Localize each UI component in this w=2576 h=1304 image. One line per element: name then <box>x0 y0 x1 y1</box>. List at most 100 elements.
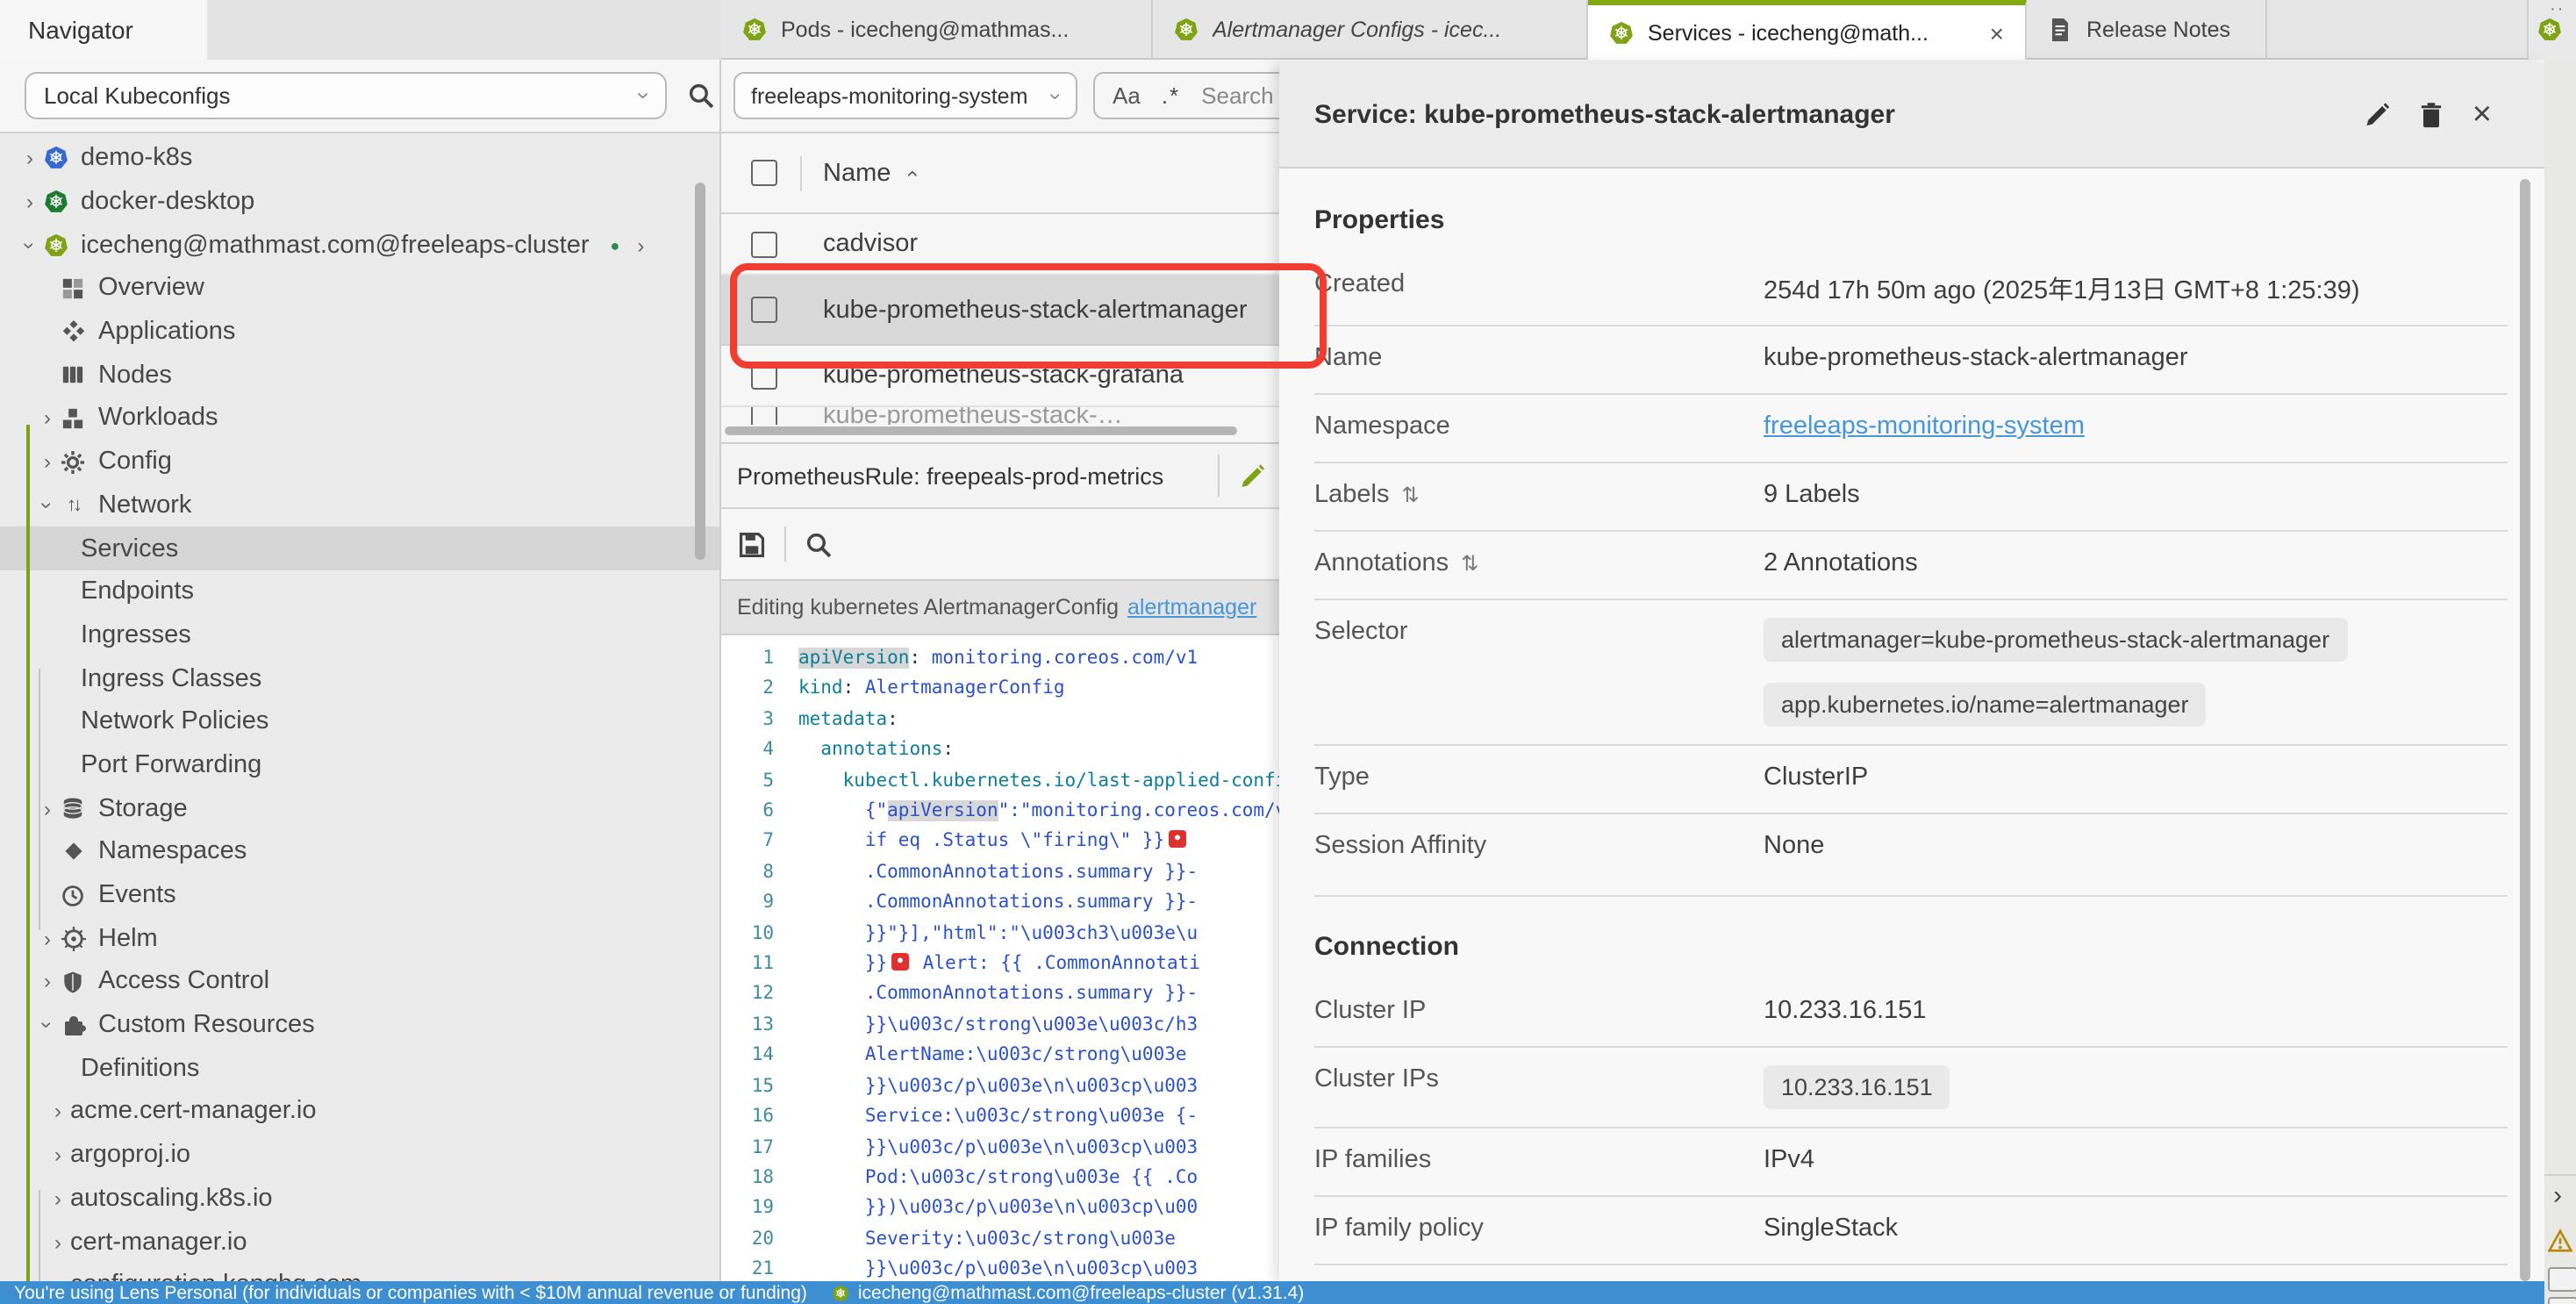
kubeconfig-filter-row: Local Kubeconfigs › <box>0 60 721 133</box>
code-token: }}\u003c/p\u003e\n\u003cp\u003 <box>798 1136 1198 1157</box>
select-all-checkbox[interactable] <box>751 160 777 186</box>
sidebar-item-demo-k8s[interactable]: ›demo-k8s <box>0 137 721 180</box>
kubeconfig-select[interactable]: Local Kubeconfigs › <box>25 72 667 119</box>
chevron-down-icon[interactable]: › <box>37 1013 58 1037</box>
search-icon[interactable] <box>688 82 714 109</box>
divider <box>784 527 786 562</box>
tab-alertmanager-configs[interactable]: Alertmanager Configs - icec... <box>1153 0 1588 60</box>
sidebar-item-nodes[interactable]: Nodes <box>0 354 721 397</box>
sidebar-item-cert-manager[interactable]: ›cert-manager.io <box>0 1220 721 1263</box>
chevron-left-icon[interactable]: ‹ <box>2553 1183 2562 1213</box>
name-column-header[interactable]: Name <box>823 159 891 187</box>
kubernetes-icon <box>1174 18 1199 42</box>
chevron-right-icon[interactable]: › <box>637 233 644 257</box>
sidebar-item-ingress-classes[interactable]: Ingress Classes <box>0 657 721 700</box>
tab-services[interactable]: Services - icecheng@math... × <box>1588 0 2027 60</box>
sidebar-item-endpoints[interactable]: Endpoints <box>0 570 721 613</box>
drawer-scrollbar[interactable] <box>2520 179 2530 1281</box>
chevron-right-icon[interactable]: › <box>35 451 60 472</box>
namespace-link[interactable]: freeleaps-monitoring-system <box>1764 412 2085 441</box>
sidebar-item-services[interactable]: Services <box>0 527 721 570</box>
chevron-down-icon[interactable]: › <box>19 233 40 257</box>
close-icon[interactable]: × <box>1990 18 2004 47</box>
chevron-down-icon: › <box>631 92 657 100</box>
kubernetes-icon <box>1609 20 1634 45</box>
pencil-icon[interactable] <box>1239 462 1265 489</box>
sidebar-item-helm[interactable]: ›Helm <box>0 917 721 960</box>
code-token: }}\u003c/p\u003e\n\u003cp\u003 <box>798 1075 1198 1096</box>
trash-icon[interactable] <box>2418 102 2444 128</box>
applications-icon <box>61 319 85 344</box>
chevron-right-icon[interactable]: › <box>46 1144 70 1165</box>
row-checkbox[interactable] <box>751 297 777 323</box>
sidebar-item-custom-resources[interactable]: ›Custom Resources <box>0 1004 721 1047</box>
sidebar-item-config[interactable]: ›Config <box>0 441 721 484</box>
alarm-emoji-icon <box>891 953 908 971</box>
section-properties: Properties <box>1314 195 2508 246</box>
tab-release-notes[interactable]: Release Notes <box>2027 0 2267 60</box>
active-cluster-status: icecheng@mathmast.com@freeleaps-cluster … <box>858 1282 1304 1303</box>
expand-icon[interactable]: ⇅ <box>1401 483 1419 507</box>
chevron-right-icon[interactable]: › <box>35 408 60 429</box>
sidebar-item-autoscaling[interactable]: ›autoscaling.k8s.io <box>0 1177 721 1220</box>
tab-pods[interactable]: Pods - icecheng@mathmas... <box>721 0 1153 60</box>
sidebar-item-configuration-konghq[interactable]: ›configuration.konghq.com <box>0 1264 721 1281</box>
yaml-editor[interactable]: 1apiVersion: monitoring.coreos.com/v12ki… <box>721 635 1279 1281</box>
sidebar-item-events[interactable]: Events <box>0 873 721 916</box>
code-token: }}\u003c/strong\u003e\u003c/h3 <box>798 1014 1198 1035</box>
namespace-select[interactable]: freeleaps-monitoring-system › <box>733 72 1077 119</box>
row-session-affinity: Session Affinity None <box>1314 814 2508 897</box>
sidebar-scrollbar[interactable] <box>695 183 705 560</box>
table-row-partial[interactable]: kube-prometheus-stack-… <box>721 407 1279 425</box>
alertmanager-config-link[interactable]: alertmanager <box>1127 595 1256 620</box>
sidebar-item-storage[interactable]: ›Storage <box>0 787 721 830</box>
sidebar-item-network-policies[interactable]: Network Policies <box>0 700 721 743</box>
row-checkbox[interactable] <box>751 362 777 389</box>
regex-icon[interactable]: .* <box>1162 82 1180 109</box>
row-checkbox[interactable] <box>751 231 777 257</box>
table-row-cadvisor[interactable]: cadvisor <box>721 214 1279 276</box>
save-icon[interactable] <box>739 531 765 557</box>
row-name: Name kube-prometheus-stack-alertmanager <box>1314 326 2508 395</box>
edit-pencil-icon[interactable] <box>2364 102 2390 128</box>
search-placeholder: Search <box>1201 82 1273 109</box>
sidebar-item-access-control[interactable]: ›Access Control <box>0 960 721 1003</box>
sidebar-item-workloads[interactable]: ›Workloads <box>0 397 721 440</box>
chevron-right-icon[interactable]: › <box>35 971 60 992</box>
chevron-right-icon[interactable]: › <box>46 1274 70 1281</box>
sidebar-item-namespaces[interactable]: Namespaces <box>0 830 721 873</box>
search-icon[interactable] <box>805 531 832 557</box>
sidebar-item-acme-cert-manager[interactable]: ›acme.cert-manager.io <box>0 1090 721 1133</box>
sidebar-item-applications[interactable]: Applications <box>0 311 721 354</box>
chevron-right-icon[interactable]: › <box>18 148 42 169</box>
sidebar-item-network[interactable]: ›↑↓Network <box>0 484 721 527</box>
match-case-icon[interactable]: Aa <box>1113 82 1141 109</box>
prometheusrule-bar[interactable]: PrometheusRule: freepeals-prod-metrics <box>721 442 1279 509</box>
gear-icon <box>61 450 84 473</box>
chevron-right-icon[interactable]: › <box>46 1188 70 1209</box>
services-list-panel: freeleaps-monitoring-system › Aa .* Sear… <box>721 60 1279 1281</box>
row-cluster-ips: Cluster IPs 10.233.16.151 <box>1314 1048 2508 1128</box>
sort-asc-icon[interactable]: › <box>898 169 922 176</box>
code-token: if eq .Status \"firing\" }} <box>798 831 1164 852</box>
code-token: .CommonAnnotations.summary }}- <box>798 892 1198 914</box>
chevron-down-icon[interactable]: › <box>37 493 58 518</box>
search-input[interactable]: Aa .* Search <box>1093 72 1279 119</box>
close-icon[interactable]: × <box>2472 98 2492 132</box>
chevron-right-icon[interactable]: › <box>18 191 42 212</box>
horizontal-scrollbar[interactable] <box>725 426 1237 435</box>
chevron-right-icon[interactable]: › <box>46 1101 70 1122</box>
table-row-alertmanager[interactable]: kube-prometheus-stack-alertmanager <box>721 276 1279 346</box>
sidebar-item-freeleaps-cluster[interactable]: ›icecheng@mathmast.com@freeleaps-cluster… <box>0 224 721 267</box>
sidebar-item-port-forwarding[interactable]: Port Forwarding <box>0 743 721 786</box>
chevron-right-icon[interactable]: › <box>46 1231 70 1252</box>
expand-icon[interactable]: ⇅ <box>1461 551 1478 576</box>
table-row-grafana[interactable]: kube-prometheus-stack-grafana <box>721 346 1279 407</box>
sidebar-item-docker-desktop[interactable]: ›docker-desktop <box>0 180 721 223</box>
sidebar-item-overview[interactable]: Overview <box>0 267 721 310</box>
chevron-right-icon[interactable]: › <box>35 928 60 949</box>
row-checkbox[interactable] <box>751 407 777 425</box>
sidebar-item-definitions[interactable]: Definitions <box>0 1047 721 1090</box>
sidebar-item-ingresses[interactable]: Ingresses <box>0 613 721 656</box>
sidebar-item-argoproj[interactable]: ›argoproj.io <box>0 1134 721 1177</box>
